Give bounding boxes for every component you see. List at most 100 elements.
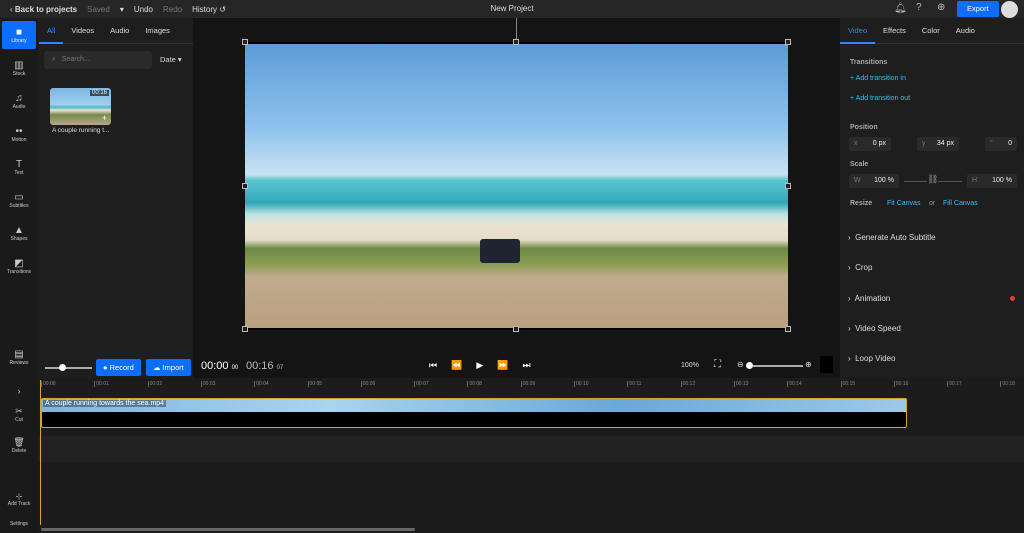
section-video-speed[interactable]: › Video Speed [848,324,901,333]
duration-badge: 00:16 [89,90,109,96]
books-icon: ▥ [14,59,24,71]
tab-effects[interactable]: Effects [875,18,914,44]
play-icon[interactable]: ▶ [476,360,483,371]
shapes-icon: ▲ [14,224,24,236]
rotation-field[interactable]: ° 0 [985,137,1017,151]
tab-audio-props[interactable]: Audio [948,18,983,44]
fullscreen-icon[interactable]: ⛶ [714,359,721,370]
help-icon[interactable]: ? [916,2,922,13]
project-title: New Project [490,4,534,13]
playhead[interactable] [40,380,41,525]
rail-motion[interactable]: •• Motion [2,120,36,148]
import-button[interactable]: ☁ Import [146,359,191,376]
zoom-in-icon[interactable]: ⊕ [805,360,812,369]
ruler-tick: 00:12 [680,381,696,387]
skip-start-icon[interactable]: ⏮ [429,360,437,371]
video-preview[interactable] [245,42,788,330]
timeline-scrollbar[interactable] [41,528,415,531]
add-transition-in[interactable]: + Add transition in [850,75,906,82]
skip-end-icon[interactable]: ⏭ [522,360,530,371]
fit-canvas-link[interactable]: Fit Canvas [887,200,920,207]
ruler-tick: 00:15 [840,381,856,387]
rail-subtitles[interactable]: ▭ Subtitles [2,186,36,214]
zoom-level: 100% [681,362,699,369]
time-ruler[interactable]: 00:00 00:01 00:02 00:03 00:04 00:05 00:06 00:07… [40,379,1024,391]
resize-handle[interactable] [242,326,248,332]
globe-icon[interactable]: ⊕ [937,2,945,13]
tab-audio[interactable]: Audio [102,18,137,44]
delete-button[interactable]: 🗑︎ Delete [0,437,38,454]
bell-icon[interactable]: 🔔︎ [894,3,907,14]
add-icon[interactable]: + [102,113,107,123]
section-loop-video[interactable]: › Loop Video [848,354,895,363]
or-text: or [929,200,936,207]
resize-label: Resize [850,200,873,207]
ruler-tick: 00:07 [414,381,429,387]
cut-button[interactable]: ✂ Cut [0,406,38,423]
forward-icon[interactable]: ⏩ [497,360,508,371]
ruler-tick: 00:13 [733,381,749,387]
settings-button[interactable]: Settings [0,521,38,527]
media-name: A couple running t... [52,127,110,134]
rail-audio[interactable]: ♫ Audio [2,87,36,115]
current-time: 00:00 00 [201,360,239,372]
tool-rail: ■ Library ▥ Stock ♫ Audio •• Motion T Text ▭ S… [0,18,38,378]
ruler-tick: 00:09 [520,381,536,387]
properties-panel: Video Effects Color Audio Transitions + … [840,18,1024,378]
media-thumbnail[interactable]: 00:16 + [50,88,111,125]
sort-dropdown[interactable]: Date ▾ [160,55,182,64]
rail-stock[interactable]: ▥ Stock [2,54,36,82]
rail-text[interactable]: T Text [2,153,36,181]
tab-videos[interactable]: Videos [63,18,102,44]
rewind-icon[interactable]: ⏪ [451,360,462,371]
trash-icon: 🗑︎ [13,437,25,447]
playback-controls: ⏮ ⏪ ▶ ⏩ ⏭ [429,360,531,371]
section-animation[interactable]: › Animation [848,294,890,303]
search-input[interactable]: ⌕ Search... [44,51,152,69]
section-auto-subtitle[interactable]: › Generate Auto Subtitle [848,233,936,242]
fill-canvas-link[interactable]: Fill Canvas [943,200,978,207]
motion-icon: •• [15,125,23,137]
resize-handle[interactable] [242,183,248,189]
add-transition-out[interactable]: + Add transition out [850,95,910,102]
zoom-slider[interactable] [45,364,92,371]
rail-shapes[interactable]: ▲ Shapes [2,219,36,247]
ruler-tick: 00:14 [787,381,802,387]
ruler-tick: 00:17 [947,381,962,387]
resize-handle[interactable] [242,39,248,45]
zoom-out-icon[interactable]: ⊖ [737,360,744,369]
video-clip[interactable]: A couple running towards the sea.mp4 [41,398,907,428]
link-icon[interactable]: ⛓ [927,174,939,185]
animation-dot [1010,296,1015,301]
record-button[interactable]: ● Record [96,359,141,376]
section-crop[interactable]: › Crop [848,263,872,272]
width-field[interactable]: W 100 % [849,174,899,188]
resize-handle[interactable] [785,183,791,189]
add-track-button[interactable]: ⊹ Add Track [0,492,38,507]
rail-library[interactable]: ■ Library [2,21,36,49]
height-field[interactable]: H 100 % [967,174,1017,188]
resize-handle[interactable] [513,326,519,332]
tab-all[interactable]: All [39,18,64,44]
expand-icon[interactable]: › [0,386,38,396]
x-field[interactable]: x0 px [849,137,891,151]
ruler-tick: 00:02 [147,381,163,387]
preview-zoom-slider[interactable] [746,362,803,369]
layout-toggle[interactable] [820,356,833,373]
total-time: 00:16 07 [246,360,284,372]
tab-video[interactable]: Video [840,18,876,44]
export-button[interactable]: Export [957,1,999,17]
resize-handle[interactable] [785,326,791,332]
resize-handle[interactable] [785,39,791,45]
library-panel: All Videos Audio Images ⌕ Search... Date… [39,18,193,378]
tab-color[interactable]: Color [914,18,948,44]
rail-reviews[interactable]: ▤ Reviews [2,343,36,371]
resize-handle[interactable] [513,39,519,45]
tab-images[interactable]: Images [137,18,178,44]
jeep [480,239,520,263]
clip-name: A couple running towards the sea.mp4 [43,400,167,407]
avatar[interactable] [1001,1,1018,18]
rail-transitions[interactable]: ◩ Transitions [2,252,36,280]
ruler-tick: 00:11 [627,381,642,387]
y-field[interactable]: y 34 px [917,137,959,151]
